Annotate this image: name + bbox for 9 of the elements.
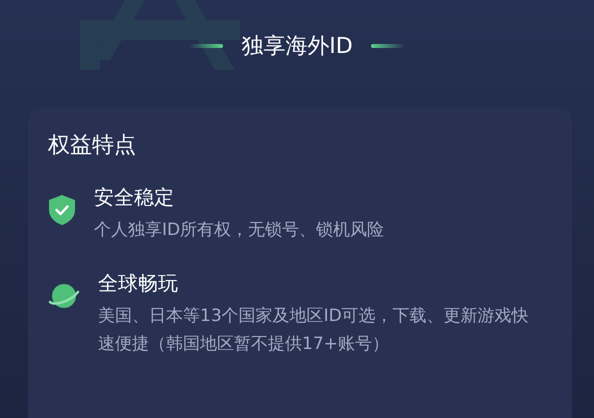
section-title: 独享海外ID [241, 33, 353, 61]
feature-description: 个人独享ID所有权，无锁号、锁机风险 [94, 219, 386, 242]
card-heading: 权益特点 [48, 132, 137, 160]
divider-line [189, 44, 224, 48]
shield-check-icon [48, 194, 76, 226]
divider-line [370, 44, 405, 48]
feature-title: 全球畅玩 [98, 270, 179, 297]
feature-title: 安全稳定 [94, 184, 175, 211]
feature-description: 美国、日本等13个国家及地区ID可选，下载、更新游戏快速便捷（韩国地区暂不提供17+账号） [98, 305, 530, 356]
